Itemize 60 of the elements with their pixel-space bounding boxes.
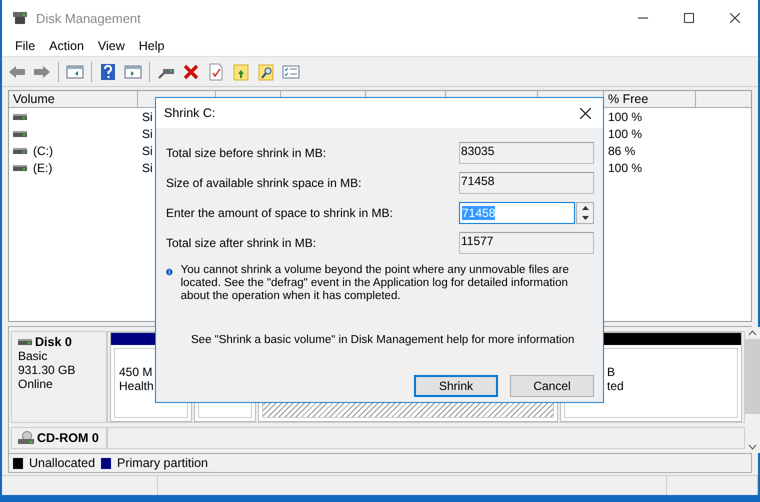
scroll-up-icon[interactable]: [748, 330, 757, 336]
help-icon[interactable]: [99, 62, 117, 80]
table-cell: (E:): [33, 160, 52, 174]
partition-text: B: [606, 365, 616, 379]
readonly-field: 71458: [459, 172, 594, 194]
shrink-button[interactable]: Shrink: [414, 375, 498, 397]
panel-icon[interactable]: [66, 62, 84, 80]
drive-icon: [18, 338, 32, 346]
table-cell: 100 %: [608, 110, 642, 124]
maximize-icon[interactable]: [684, 13, 694, 23]
disk-name: Disk 0: [35, 335, 72, 349]
menu-item[interactable]: File: [8, 39, 42, 53]
menu-item[interactable]: View: [90, 39, 132, 53]
drive-icon: [13, 146, 27, 154]
readonly-field: 83035: [459, 142, 594, 164]
legend-label: Unallocated: [29, 456, 96, 470]
field-label: Total size before shrink in MB:: [166, 146, 326, 160]
dialog-title: Shrink C:: [164, 106, 216, 120]
field-label: Size of available shrink space in MB:: [166, 176, 362, 190]
readonly-field: 11577: [459, 232, 594, 254]
partition-text: Health: [119, 379, 155, 393]
info-text: You cannot shrink a volume beyond the point where any unmovable files are located. See the "defrag" event in the Application log for detailed information about the operation when it has completed.: [180, 264, 570, 303]
scrollbar[interactable]: [745, 327, 760, 453]
column-header[interactable]: % Free: [604, 91, 696, 108]
table-cell: (C:): [33, 144, 53, 158]
scroll-down-icon[interactable]: [748, 444, 757, 450]
field-label: Total size after shrink in MB:: [166, 236, 316, 250]
cancel-button[interactable]: Cancel: [510, 375, 594, 397]
disk-detail: 931.30 GB: [18, 363, 76, 377]
menu-item[interactable]: Action: [42, 39, 91, 53]
drive-icon: [13, 112, 27, 120]
table-cell: Si: [142, 144, 153, 158]
folder-search-icon[interactable]: [257, 62, 275, 80]
menu-item[interactable]: Help: [132, 39, 172, 53]
folder-up-icon[interactable]: [232, 62, 250, 80]
field-label: Enter the amount of space to shrink in MB:: [166, 206, 393, 220]
app-icon: [12, 11, 28, 25]
column-header[interactable]: Volume: [9, 91, 138, 108]
close-icon[interactable]: [580, 108, 591, 118]
table-cell: Si: [142, 160, 153, 174]
cd-drive-icon: [18, 431, 34, 445]
close-icon[interactable]: [730, 13, 740, 23]
delete-icon[interactable]: [182, 62, 200, 80]
panel-icon[interactable]: [124, 62, 142, 80]
check-document-icon[interactable]: [207, 62, 225, 80]
window-title: Disk Management: [36, 10, 142, 26]
partition-text: ted: [606, 379, 625, 393]
table-cell: Si: [142, 126, 153, 140]
table-cell: 100 %: [608, 160, 642, 174]
table-cell: 86 %: [608, 144, 636, 158]
properties-icon[interactable]: [282, 62, 300, 80]
drive-icon: [13, 130, 27, 138]
disk-detail: Online: [18, 377, 54, 391]
disk-name: CD-ROM 0: [37, 431, 99, 445]
legend-label: Primary partition: [117, 456, 208, 470]
table-cell: Si: [142, 110, 153, 124]
drive-icon: [13, 164, 27, 172]
disk-detail: Basic: [18, 349, 48, 363]
table-cell: 100 %: [608, 126, 642, 140]
partition-text: 450 M: [119, 365, 154, 379]
